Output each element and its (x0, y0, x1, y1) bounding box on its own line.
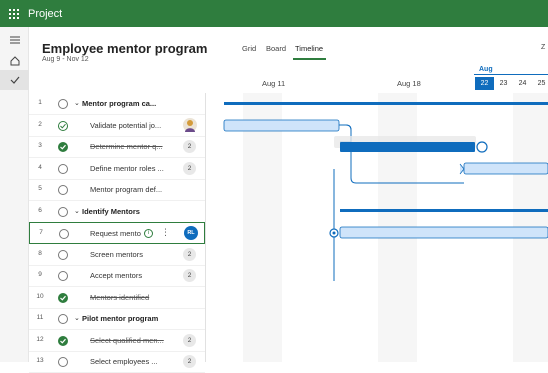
row-number: 10 (36, 293, 44, 300)
completion-circle[interactable] (58, 292, 68, 303)
completion-circle[interactable] (58, 98, 68, 109)
completion-circle[interactable] (58, 184, 68, 195)
task-name[interactable]: Pilot mentor program (82, 314, 182, 323)
row-number: 13 (36, 357, 44, 364)
task-bar[interactable] (339, 226, 548, 239)
task-row[interactable]: 3 Determine mentor q... 2 (29, 136, 205, 158)
task-row[interactable]: 8 Screen mentors 2 (29, 244, 205, 266)
completion-circle[interactable] (58, 163, 68, 174)
row-number: 1 (38, 99, 42, 106)
task-row[interactable]: 9 Accept mentors 2 (29, 265, 205, 287)
task-row[interactable]: 5 Mentor program def... (29, 179, 205, 201)
row-number: 8 (38, 250, 42, 257)
assignee-count-badge[interactable]: 2 (183, 334, 196, 347)
task-row[interactable]: 11 ⌄ Pilot mentor program (29, 308, 205, 330)
avatar[interactable]: RL (184, 226, 198, 240)
chevron-down-icon[interactable]: ⌄ (74, 314, 80, 322)
project-dates: Aug 9 - Nov 12 (42, 56, 89, 63)
completion-circle[interactable] (58, 335, 68, 346)
day-label[interactable]: 24 (513, 77, 532, 90)
more-options-icon[interactable]: ⋮ (161, 227, 170, 238)
day-label[interactable]: 25 (532, 77, 548, 90)
row-number: 4 (38, 164, 42, 171)
task-row[interactable]: 2 Validate potential jo... (29, 115, 205, 137)
task-bar[interactable] (223, 119, 340, 132)
task-name[interactable]: Identify Mentors (82, 207, 172, 216)
active-tab-indicator (293, 58, 326, 60)
row-number: 7 (39, 229, 43, 236)
task-row[interactable]: 1 ⌄ Mentor program ca... (29, 93, 205, 115)
task-name[interactable]: Mentor program ca... (82, 99, 167, 108)
tab-timeline[interactable]: Timeline (295, 44, 323, 53)
task-bar-selected[interactable] (340, 142, 475, 152)
zoom-label[interactable]: Z (541, 44, 545, 51)
week-label: Aug 18 (397, 79, 421, 88)
timeline-header: Aug 11 Aug 18 Aug 22 23 24 25 (205, 65, 548, 93)
day-label[interactable]: 23 (494, 77, 513, 90)
chevron-down-icon[interactable]: ⌄ (74, 207, 80, 215)
task-row-selected[interactable]: 7 Request mento i ⋮ RL (29, 222, 205, 244)
week-label: Aug 11 (262, 79, 286, 88)
app-top-bar: Project (0, 0, 548, 27)
app-name: Project (28, 7, 63, 20)
task-name[interactable]: Determine mentor q... (90, 142, 168, 151)
task-name[interactable]: Mentor program def... (90, 185, 168, 194)
row-number: 12 (36, 336, 44, 343)
task-name[interactable]: Define mentor roles ... (90, 164, 168, 173)
row-number: 2 (38, 121, 42, 128)
tab-board[interactable]: Board (266, 44, 286, 53)
row-number: 3 (38, 142, 42, 149)
row-number: 6 (38, 207, 42, 214)
task-row[interactable]: 6 ⌄ Identify Mentors (29, 201, 205, 223)
arrow-head (459, 163, 465, 175)
month-label: Aug (479, 66, 493, 73)
summary-bar[interactable] (224, 102, 548, 105)
checkmark-icon[interactable] (0, 70, 29, 90)
task-name[interactable]: Screen mentors (90, 250, 168, 259)
task-name[interactable]: Accept mentors (90, 271, 168, 280)
summary-bar[interactable] (340, 209, 548, 212)
link-handle-dot (332, 231, 336, 235)
left-rail (0, 27, 29, 362)
avatar[interactable] (183, 118, 197, 132)
month-line (474, 74, 548, 75)
task-bar[interactable] (463, 162, 548, 175)
task-row[interactable]: 12 Select qualified men... 2 (29, 330, 205, 352)
day-today[interactable]: 22 (475, 77, 494, 90)
chevron-down-icon[interactable]: ⌄ (74, 99, 80, 107)
home-icon[interactable] (0, 51, 29, 71)
completion-circle[interactable] (58, 270, 68, 281)
assignee-count-badge[interactable]: 2 (183, 162, 196, 175)
assignee-count-badge[interactable]: 2 (183, 140, 196, 153)
completion-circle[interactable] (58, 206, 68, 217)
page-title: Employee mentor program (42, 41, 208, 56)
completion-circle[interactable] (58, 141, 68, 152)
gantt-chart (206, 93, 548, 362)
task-name[interactable]: Validate potential jo... (90, 121, 168, 130)
completion-circle[interactable] (59, 228, 69, 239)
completion-circle[interactable] (58, 120, 68, 131)
task-name[interactable]: Request mento (90, 229, 142, 238)
task-name[interactable]: Select qualified men... (90, 336, 168, 345)
app-launcher-icon[interactable] (0, 0, 28, 27)
task-row[interactable]: 4 Define mentor roles ... 2 (29, 158, 205, 180)
assignee-count-badge[interactable]: 2 (183, 248, 196, 261)
assignee-count-badge[interactable]: 2 (183, 269, 196, 282)
completion-circle[interactable] (58, 313, 68, 324)
hamburger-icon[interactable] (0, 30, 29, 50)
row-number: 11 (36, 314, 44, 321)
completion-circle[interactable] (58, 249, 68, 260)
tab-grid[interactable]: Grid (242, 44, 256, 53)
row-number: 9 (38, 271, 42, 278)
info-icon[interactable]: i (144, 229, 153, 238)
task-name[interactable]: Mentors identified (90, 293, 168, 302)
weekend-shade (243, 93, 282, 362)
link-handle[interactable] (476, 141, 488, 153)
task-row[interactable]: 10 Mentors identified (29, 287, 205, 309)
row-number: 5 (38, 185, 42, 192)
